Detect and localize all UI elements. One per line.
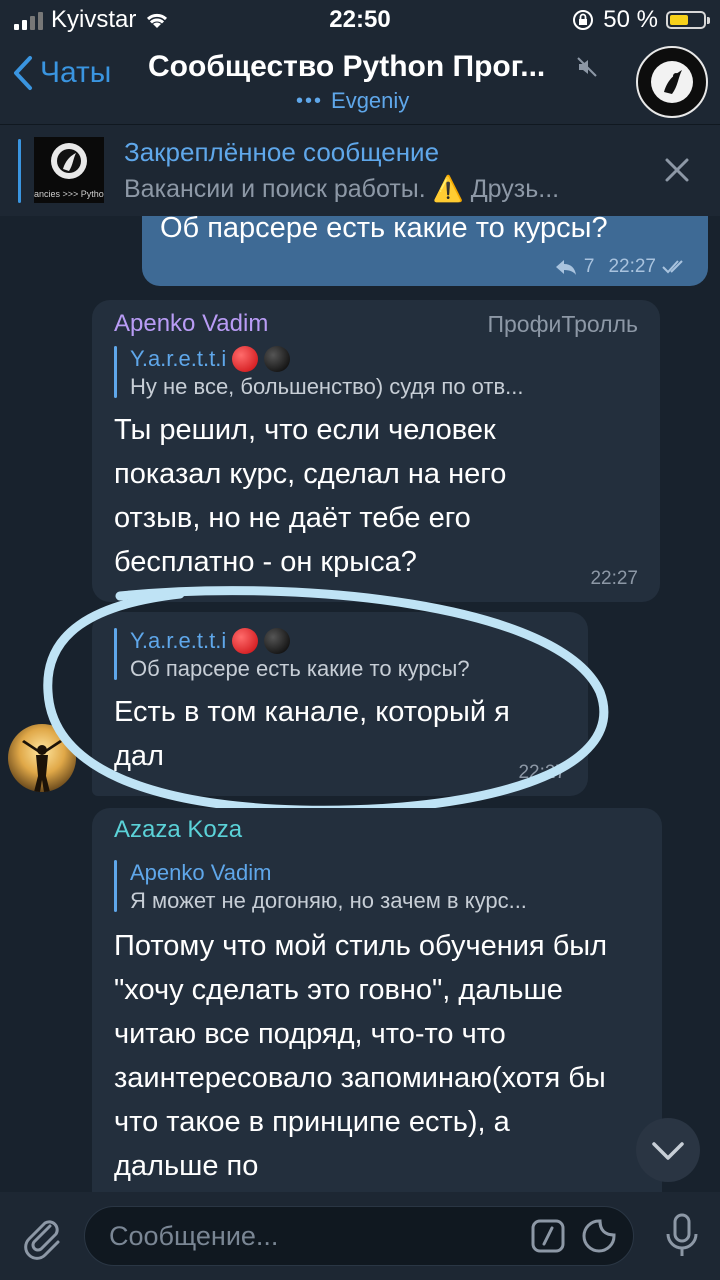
typing-indicator: ••• Evgeniy <box>296 88 409 114</box>
typing-user: Evgeniy <box>331 88 410 113</box>
back-label: Чаты <box>40 56 112 89</box>
pinned-thumb-caption: ancies >>> Pythor <box>34 189 104 199</box>
reply-text: Я может не догоняю, но зачем в курс... <box>130 888 527 913</box>
pinned-message-bar[interactable]: ancies >>> Pythor Закреплённое сообщение… <box>0 124 720 217</box>
reply-author: Y.a.r.e.t.t.i <box>130 346 227 371</box>
typing-dots-icon: ••• <box>296 89 324 112</box>
message-input[interactable]: Сообщение... <box>84 1206 634 1266</box>
close-icon[interactable] <box>662 155 692 185</box>
reply-preview[interactable]: Y.a.r.e.t.t.i Ну не все, большенство) су… <box>114 344 638 400</box>
message-placeholder: Сообщение... <box>109 1221 279 1251</box>
message-text: Об парсере есть какие то курсы? <box>160 216 608 244</box>
black-circle-icon <box>264 346 291 372</box>
sender-name[interactable]: Azaza Koza <box>114 816 640 844</box>
chevron-left-icon <box>14 56 32 90</box>
group-avatar[interactable] <box>636 46 708 118</box>
pinned-text: Вакансии и поиск работы. ⚠️ Друзь... <box>124 175 560 203</box>
chat-header: Чаты Сообщество Python Прог... ••• Evgen… <box>0 40 720 124</box>
views-count: 7 <box>583 256 595 277</box>
pinned-logo-icon <box>51 143 87 179</box>
reply-author: Apenko Vadim <box>130 860 272 885</box>
double-check-icon <box>662 260 683 274</box>
pinned-thumbnail: ancies >>> Pythor <box>34 137 104 203</box>
command-icon[interactable] <box>531 1219 565 1253</box>
status-right: 50 % <box>571 6 710 34</box>
reply-text: Ну не все, большенство) судя по отв... <box>130 374 524 399</box>
scroll-to-bottom-button[interactable] <box>636 1118 700 1182</box>
message-bubble-incoming[interactable]: Apenko Vadim ПрофиТролль Y.a.r.e.t.t.i Н… <box>92 300 660 602</box>
group-logo-icon <box>651 61 693 103</box>
battery-percent: 50 % <box>603 6 658 33</box>
message-meta: 7 22:27 <box>554 256 688 278</box>
muted-icon <box>577 57 597 77</box>
back-button[interactable]: Чаты <box>12 54 111 92</box>
message-bubble-incoming[interactable]: Azaza Koza Apenko Vadim Я может не догон… <box>92 808 662 1192</box>
microphone-icon[interactable] <box>662 1212 702 1260</box>
chat-title[interactable]: Сообщество Python Прог... <box>148 50 545 84</box>
share-forward-icon <box>555 260 576 275</box>
status-bar: Kyivstar 22:50 50 % <box>0 0 720 40</box>
reply-header: Y.a.r.e.t.t.i <box>130 344 638 374</box>
message-time: 22:27 <box>608 256 656 277</box>
message-text: Потому что мой стиль обучения был "хочу … <box>114 930 608 1182</box>
pinned-title: Закреплённое сообщение <box>124 137 440 167</box>
message-text: Ты решил, что если человек показал курс,… <box>114 414 507 578</box>
reply-preview[interactable]: Apenko Vadim Я может не догоняю, но заче… <box>114 858 640 914</box>
sender-name[interactable]: Apenko Vadim <box>114 310 268 338</box>
message-bubble-outgoing[interactable]: Об парсере есть какие то курсы? 7 22:27 <box>142 216 708 286</box>
composer-bar: Сообщение... <box>0 1192 720 1280</box>
pinned-accent-line <box>18 139 21 203</box>
red-circle-icon <box>232 346 259 372</box>
annotation-ellipse <box>43 586 609 815</box>
attach-icon[interactable] <box>18 1212 66 1260</box>
battery-icon <box>666 11 710 29</box>
sticker-icon[interactable] <box>581 1218 617 1254</box>
sender-title: ПрофиТролль <box>487 310 638 337</box>
message-list[interactable]: Об парсере есть какие то курсы? 7 22:27 … <box>0 216 720 1192</box>
orientation-lock-icon <box>573 10 594 30</box>
chevron-down-icon <box>652 1142 684 1160</box>
